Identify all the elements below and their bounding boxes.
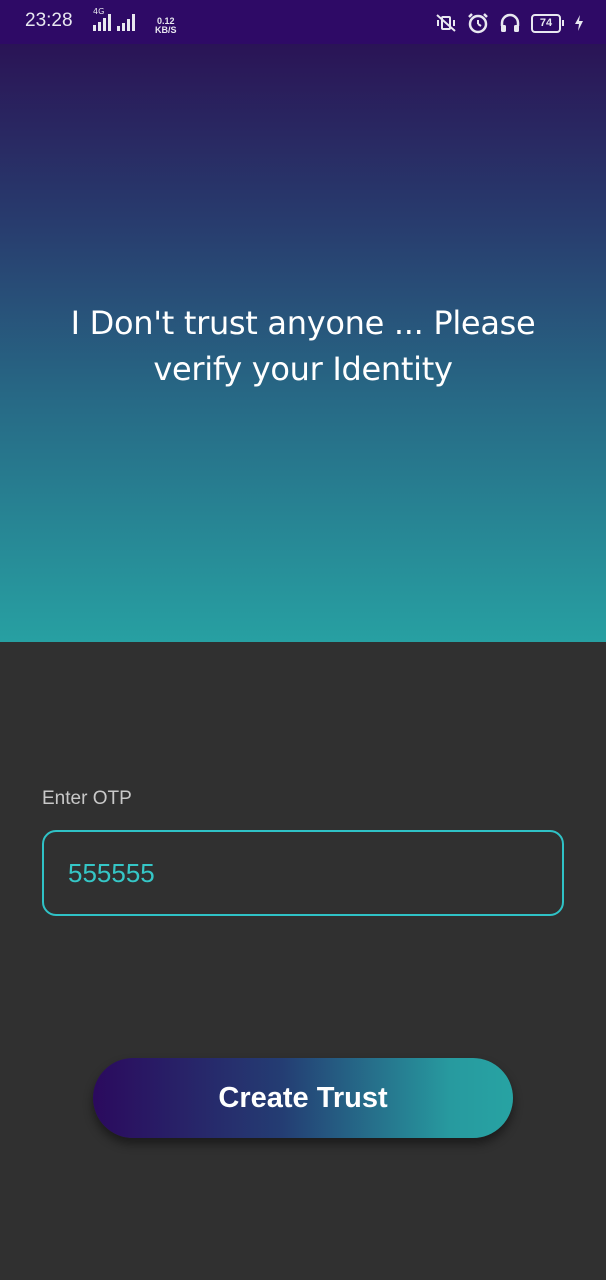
vibrate-off-icon xyxy=(436,14,456,32)
create-trust-button[interactable]: Create Trust xyxy=(93,1058,513,1138)
battery-level: 74 xyxy=(531,13,561,33)
signal-icon: 4G xyxy=(93,7,111,31)
status-time: 23:28 xyxy=(25,10,73,31)
hero-title: I Don't trust anyone ... Please verify y… xyxy=(70,304,536,388)
alarm-icon xyxy=(468,13,488,34)
status-icons: 74 xyxy=(435,12,584,34)
signal-icon xyxy=(117,13,135,31)
battery-icon: 74 xyxy=(531,13,564,33)
network-type: 4G xyxy=(93,7,105,16)
network-speed: 0.12 KB/S xyxy=(155,17,177,35)
charging-icon xyxy=(575,15,583,31)
otp-label: Enter OTP xyxy=(42,788,132,809)
speed-unit: KB/S xyxy=(155,25,177,35)
otp-input[interactable] xyxy=(42,830,564,916)
status-bar: 23:28 4G 0.12 KB/S 74 xyxy=(0,0,606,44)
hero-banner: I Don't trust anyone ... Please verify y… xyxy=(0,44,606,642)
network-indicators: 4G xyxy=(93,7,135,31)
headphones-icon xyxy=(500,13,520,32)
